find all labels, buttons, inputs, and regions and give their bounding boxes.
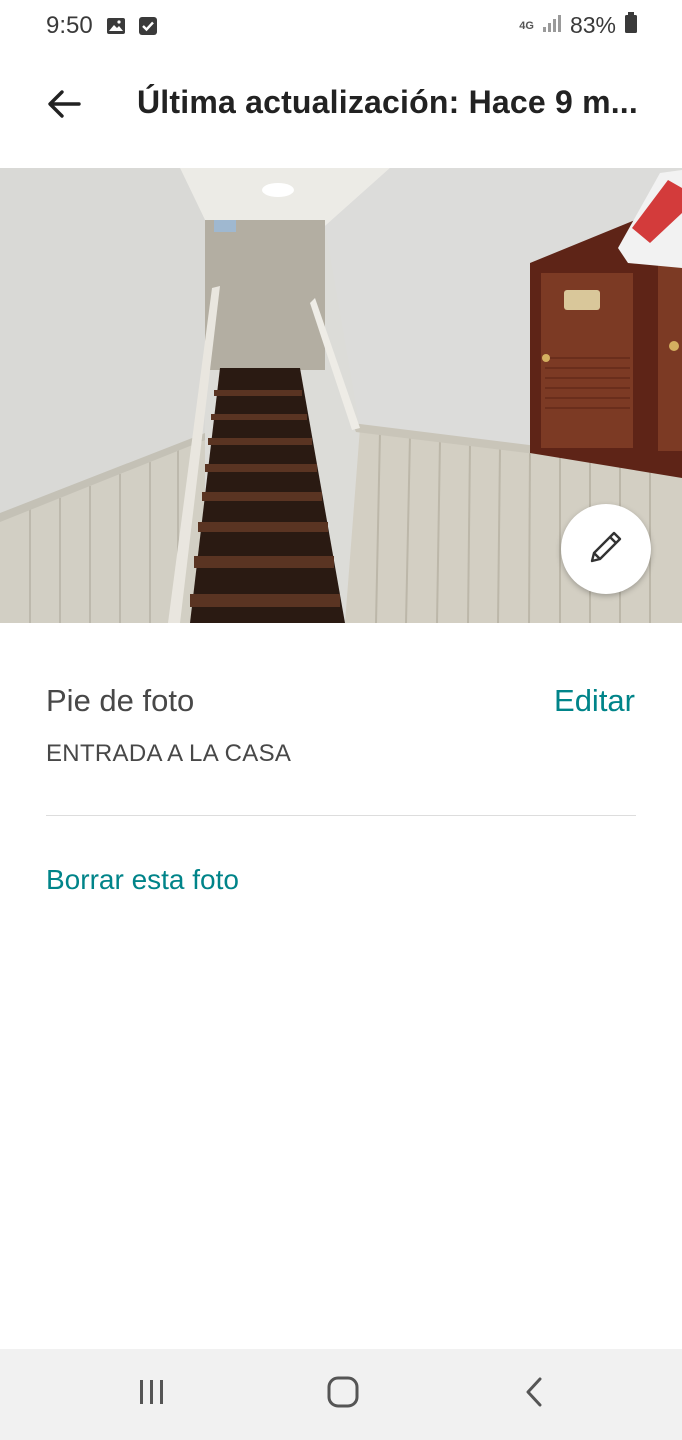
page-title: Última actualización: Hace 9 m... [137,84,638,120]
system-back-button[interactable] [504,1369,564,1419]
caption-value: ENTRADA A LA CASA [46,740,292,767]
caption-heading: Pie de foto [46,683,195,718]
divider [46,815,636,816]
battery-percent: 83% [569,12,616,38]
arrow-left-icon [47,89,81,124]
gallery-icon [106,16,126,36]
status-bar: 9:50 4G 83% [0,0,682,54]
recent-apps-icon [137,1378,167,1411]
recent-apps-button[interactable] [122,1369,182,1419]
network-label: 4G [519,19,534,32]
status-time: 9:50 [46,12,93,39]
edit-caption-link[interactable]: Editar [554,683,635,719]
back-button[interactable] [36,78,92,134]
delete-photo-link[interactable]: Borrar esta foto [46,864,239,896]
signal-icon [542,13,562,38]
app-bar: Última actualización: Hace 9 m... [0,54,682,168]
edit-photo-button[interactable] [561,504,651,594]
pencil-icon [584,525,628,574]
back-icon [523,1376,545,1413]
battery-icon [624,12,638,39]
system-nav-bar [0,1349,682,1440]
check-icon [138,16,158,36]
home-button[interactable] [313,1369,373,1419]
home-icon [327,1376,359,1413]
